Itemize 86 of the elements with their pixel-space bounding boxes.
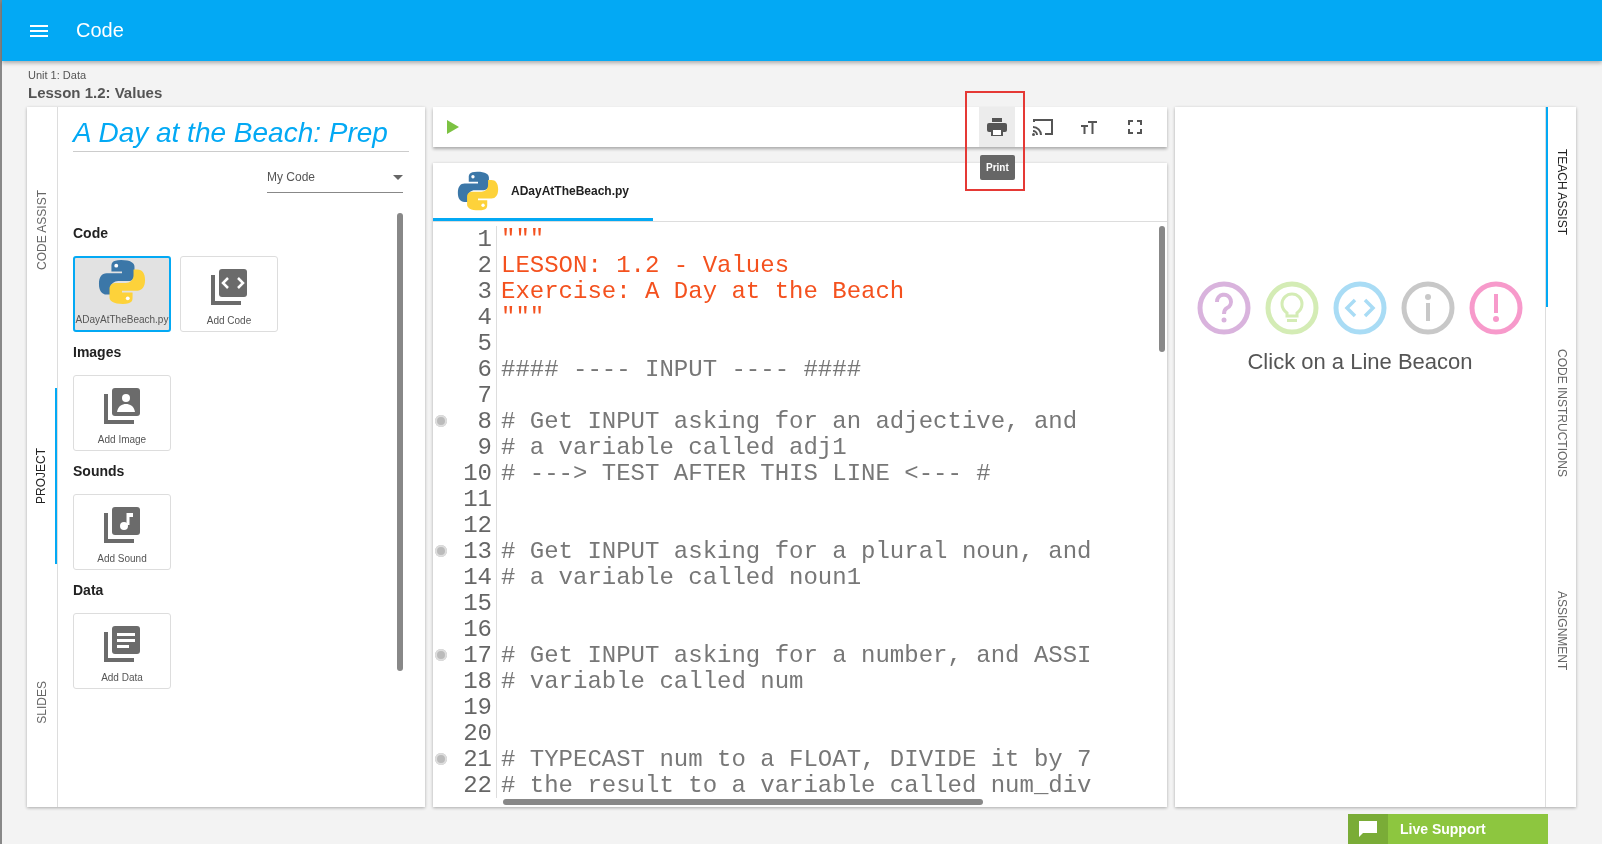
line-number: 9	[477, 433, 492, 461]
question-icon[interactable]	[1197, 281, 1251, 335]
exclamation-icon[interactable]	[1469, 281, 1523, 335]
scrollbar[interactable]	[1159, 226, 1165, 352]
line-number: 8	[477, 407, 492, 435]
code-line: # Get INPUT asking for an adjective, and	[500, 407, 1078, 435]
line-number: 5	[477, 329, 492, 357]
print-tooltip: Print	[980, 155, 1015, 180]
line-number: 19	[463, 693, 492, 721]
menu-icon[interactable]	[30, 24, 48, 37]
section-heading: Data	[73, 582, 105, 598]
code-line: # variable called num	[500, 667, 804, 695]
music-file-icon	[102, 505, 142, 545]
line-beacon-icon[interactable]	[435, 545, 447, 557]
scrollbar[interactable]	[503, 799, 983, 805]
code-line: # Get INPUT asking for a plural noun, and	[500, 537, 1092, 565]
line-number: 20	[463, 719, 492, 747]
code-line: # a variable called adj1	[500, 433, 847, 461]
line-number: 15	[463, 589, 492, 617]
code-dropdown[interactable]: My Code	[267, 168, 403, 193]
python-logo-icon	[457, 169, 499, 212]
line-number: 3	[477, 277, 492, 305]
code-line: """	[500, 225, 545, 253]
run-icon[interactable]	[447, 120, 459, 134]
side-tab[interactable]: TEACH ASSIST	[1546, 107, 1576, 308]
chat-icon	[1359, 821, 1377, 837]
line-number: 16	[463, 615, 492, 643]
file-tile[interactable]: Add Sound	[73, 494, 171, 570]
side-tab[interactable]: ASSIGNMENT	[1546, 549, 1576, 743]
line-number: 6	[477, 355, 492, 383]
cast-icon	[1032, 118, 1054, 136]
code-line: # the result to a variable called num_div	[500, 771, 1092, 799]
file-tab[interactable]: ADayAtTheBeach.py	[433, 163, 654, 221]
file-tile[interactable]: Add Code	[180, 256, 278, 332]
text-size-icon	[1081, 120, 1097, 134]
side-tab[interactable]: PROJECT	[27, 387, 57, 564]
project-title: A Day at the Beach: Prep	[73, 117, 409, 152]
line-number: 12	[463, 511, 492, 539]
unit-label: Unit 1: Data	[28, 69, 88, 81]
code-line: #### ---- INPUT ---- ####	[500, 355, 862, 383]
line-number: 21	[463, 745, 492, 773]
printer-icon	[987, 118, 1007, 136]
section-heading: Sounds	[73, 463, 126, 479]
code-line: LESSON: 1.2 - Values	[500, 251, 790, 279]
file-tile[interactable]: Add Data	[73, 613, 171, 689]
code-line: # a variable called noun1	[500, 563, 862, 591]
line-beacon-icon[interactable]	[435, 649, 447, 661]
scrollbar[interactable]	[397, 213, 403, 671]
side-tab[interactable]: CODE ASSIST	[30, 181, 54, 278]
code-line: # ---> TEST AFTER THIS LINE <--- #	[500, 459, 991, 487]
code-line: # Get INPUT asking for a number, and ASSI	[500, 641, 1092, 669]
beacon-message: Click on a Line Beacon	[1247, 349, 1473, 375]
print-button[interactable]	[979, 107, 1015, 147]
line-number: 11	[463, 485, 492, 513]
code-line: # TYPECAST num to a FLOAT, DIVIDE it by 7	[500, 745, 1092, 773]
app-title: Code	[76, 19, 124, 42]
section-heading: Images	[73, 344, 123, 360]
line-number: 14	[463, 563, 492, 591]
document-file-icon	[102, 624, 142, 664]
file-tile[interactable]: ADayAtTheBeach.py	[73, 256, 171, 332]
line-number: 13	[463, 537, 492, 565]
side-tab[interactable]: CODE INSTRUCTIONS	[1546, 307, 1576, 550]
line-number: 10	[463, 459, 492, 487]
code-line: Exercise: A Day at the Beach	[500, 277, 905, 305]
fullscreen-icon	[1128, 120, 1142, 134]
side-tab[interactable]: SLIDES	[30, 673, 54, 733]
lightbulb-icon[interactable]	[1265, 281, 1319, 335]
code-icon[interactable]	[1333, 281, 1387, 335]
python-logo-icon	[97, 258, 147, 306]
section-heading: Code	[73, 225, 109, 241]
lesson-title: Lesson 1.2: Values	[28, 84, 164, 101]
image-file-icon	[102, 386, 142, 426]
info-icon[interactable]	[1401, 281, 1455, 335]
line-number: 22	[463, 771, 492, 799]
line-beacon-icon[interactable]	[435, 753, 447, 765]
line-number: 18	[463, 667, 492, 695]
line-number: 1	[477, 225, 492, 253]
line-number: 4	[477, 303, 492, 331]
line-number: 7	[477, 381, 492, 409]
code-line: """	[500, 303, 545, 331]
line-number: 17	[463, 641, 492, 669]
caret-icon	[393, 174, 403, 180]
line-number: 2	[477, 251, 492, 279]
code-file-icon	[209, 267, 249, 307]
line-beacon-icon[interactable]	[435, 415, 447, 427]
file-tile[interactable]: Add Image	[73, 375, 171, 451]
